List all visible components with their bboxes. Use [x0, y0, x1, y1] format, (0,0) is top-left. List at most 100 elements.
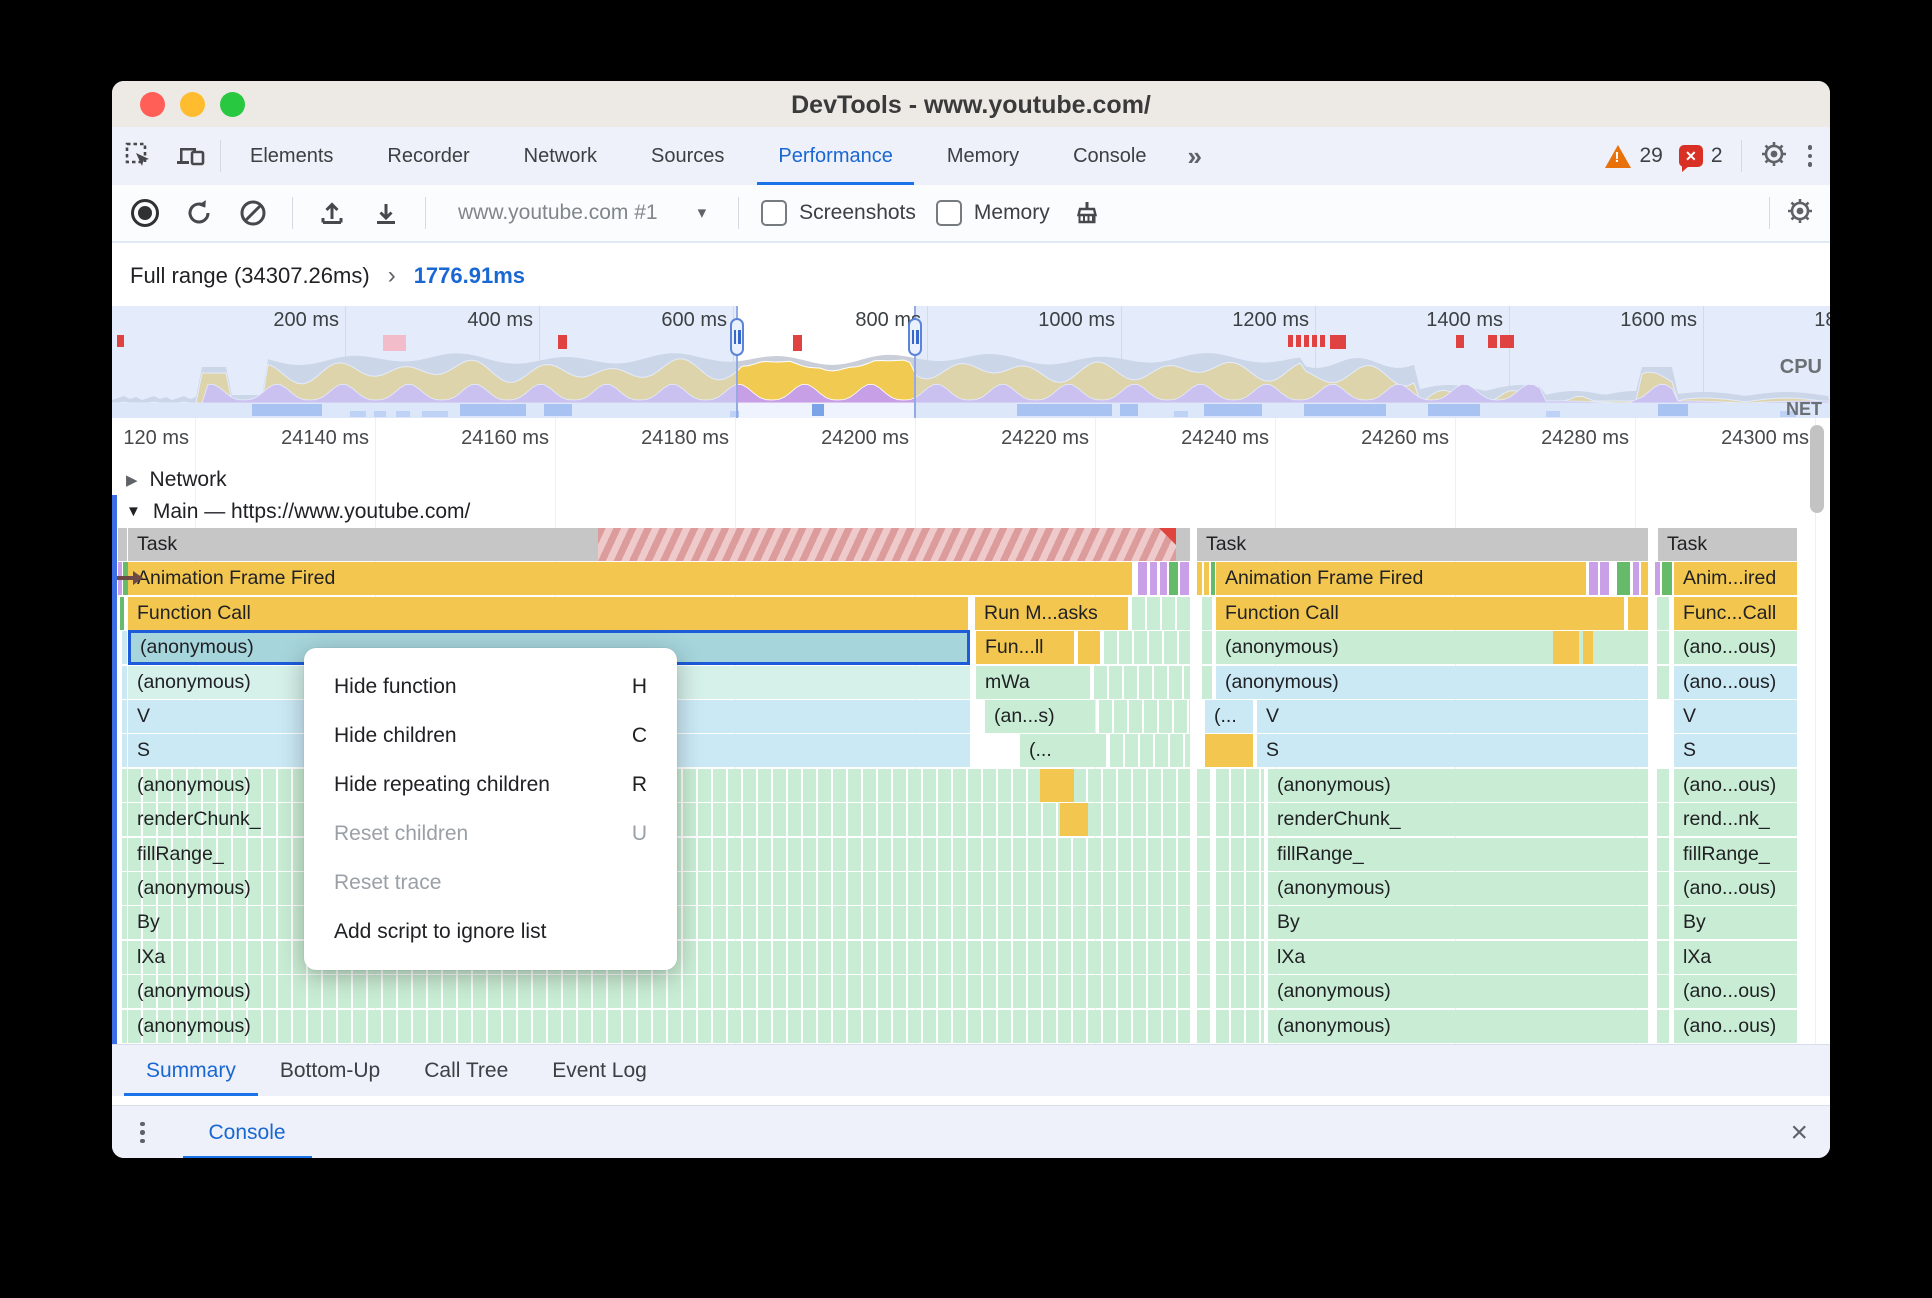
timeline-overview[interactable]: 200 ms 400 ms 600 ms 800 ms 1000 ms 1200 ms 14… — [112, 306, 1830, 419]
flame-bar[interactable] — [1216, 906, 1264, 940]
flame-bar[interactable] — [1104, 631, 1190, 665]
flame-bar-renderchunk[interactable]: renderChunk_ — [1268, 803, 1648, 837]
flame-bar-[interactable]: (... — [1205, 700, 1253, 733]
flame-bar-mwa[interactable]: mWa — [976, 665, 1090, 699]
flame-bar-task[interactable]: Task — [1197, 528, 1648, 561]
flame-bar[interactable] — [1553, 631, 1579, 665]
history-select[interactable]: www.youtube.com #1 ▾ — [448, 201, 716, 225]
flame-bar[interactable] — [1160, 562, 1167, 596]
flame-bar-anoous[interactable]: (ano...ous) — [1674, 768, 1797, 802]
drawer-tab-console[interactable]: Console — [182, 1106, 312, 1158]
flame-bar[interactable] — [1197, 1009, 1211, 1043]
flame-bar-anoous[interactable]: (ano...ous) — [1674, 665, 1797, 699]
disclosure-collapsed-icon[interactable]: ▶ — [126, 471, 138, 489]
flame-bar-animationframefired[interactable]: Animation Frame Fired — [1216, 562, 1586, 596]
flame-bar[interactable] — [1641, 562, 1648, 596]
flame-bar[interactable] — [1657, 803, 1669, 837]
flame-bar[interactable] — [1197, 940, 1211, 974]
flame-bar-by[interactable]: By — [1674, 906, 1797, 940]
flame-bar-anoous[interactable]: (ano...ous) — [1674, 1009, 1797, 1043]
flame-bar[interactable] — [1628, 596, 1648, 630]
flame-bar-anoous[interactable]: (ano...ous) — [1674, 631, 1797, 665]
flame-bar[interactable] — [1657, 665, 1669, 699]
errors-badge[interactable]: ✕ 2 — [1678, 144, 1723, 172]
flame-bar[interactable] — [1078, 631, 1100, 665]
flame-bar[interactable] — [1216, 768, 1264, 802]
drawer-menu-icon[interactable] — [136, 1118, 149, 1148]
selection-handle-left[interactable] — [730, 318, 744, 356]
download-profile-icon[interactable] — [369, 196, 403, 230]
flame-bar[interactable] — [120, 596, 124, 630]
main-track-header[interactable]: ▼ Main — https://www.youtube.com/ — [112, 495, 1830, 528]
flame-bar-animationframefired[interactable]: Animation Frame Fired — [128, 562, 1132, 596]
clear-icon[interactable] — [236, 196, 270, 230]
flame-bar[interactable] — [1633, 562, 1639, 596]
tab-performance[interactable]: Performance — [751, 127, 920, 185]
flame-bar[interactable] — [1657, 768, 1669, 802]
flame-bar[interactable] — [1202, 665, 1212, 699]
flame-bar-fillrange[interactable]: fillRange_ — [1268, 837, 1648, 871]
flame-bar-anonymous[interactable]: (anonymous) — [1216, 665, 1648, 699]
flame-bar[interactable] — [1169, 562, 1178, 596]
flame-bar-animired[interactable]: Anim...ired — [1674, 562, 1797, 596]
memory-checkbox[interactable]: Memory — [935, 200, 1050, 226]
tab-sources[interactable]: Sources — [624, 127, 751, 185]
flame-bar[interactable] — [1211, 562, 1215, 596]
menu-item-hide-function[interactable]: Hide function H — [304, 662, 677, 711]
flame-bar[interactable] — [1583, 631, 1593, 665]
flame-bar-anonymous[interactable]: (anonymous) — [1268, 872, 1648, 905]
flame-bar[interactable] — [1216, 872, 1264, 905]
details-tab-event-log[interactable]: Event Log — [530, 1045, 669, 1096]
flame-bar[interactable] — [1202, 596, 1212, 630]
close-drawer-icon[interactable]: × — [1790, 1117, 1808, 1148]
flame-bar[interactable] — [1657, 631, 1669, 665]
details-tab-bottom-up[interactable]: Bottom-Up — [258, 1045, 402, 1096]
flame-bar-functioncall[interactable]: Function Call — [1216, 596, 1624, 630]
flame-bar[interactable] — [1197, 562, 1202, 596]
menu-item-add-script-to-ignore-list[interactable]: Add script to ignore list — [304, 907, 677, 956]
flame-bar-anonymous[interactable]: (anonymous) — [128, 975, 1190, 1009]
flame-bar-by[interactable]: By — [1268, 906, 1648, 940]
tab-network[interactable]: Network — [497, 127, 624, 185]
flame-bar-v[interactable]: V — [1257, 700, 1648, 733]
flame-bar[interactable] — [1197, 837, 1211, 871]
flame-bar[interactable] — [1589, 562, 1598, 596]
menu-item-hide-children[interactable]: Hide children C — [304, 711, 677, 760]
flame-bar[interactable] — [1657, 975, 1669, 1009]
flame-bar-[interactable]: (... — [1020, 734, 1106, 768]
flame-bar-s[interactable]: S — [1674, 734, 1797, 768]
flame-bar[interactable] — [1197, 803, 1211, 837]
flame-bar-funccall[interactable]: Func...Call — [1674, 596, 1797, 630]
flame-bar-anonymous[interactable]: (anonymous) — [1268, 768, 1648, 802]
reload-and-record-icon[interactable] — [182, 196, 216, 230]
flame-bar-runmasks[interactable]: Run M...asks — [975, 596, 1128, 630]
network-track-header[interactable]: ▶ Network — [112, 465, 1830, 495]
flame-bar[interactable] — [1110, 734, 1190, 768]
flame-bar[interactable] — [598, 528, 1176, 561]
flame-bar[interactable] — [1657, 837, 1669, 871]
flame-bar[interactable] — [1202, 631, 1212, 665]
vertical-scrollbar[interactable] — [1810, 425, 1824, 513]
screenshots-checkbox-box[interactable] — [761, 200, 788, 226]
flame-bar[interactable] — [1662, 562, 1672, 596]
flame-bar-task[interactable]: Task — [1658, 528, 1797, 561]
flame-bar[interactable] — [122, 768, 127, 802]
flame-bar[interactable] — [1216, 975, 1264, 1009]
flame-bar[interactable] — [1099, 700, 1190, 733]
flame-bar-funll[interactable]: Fun...ll — [976, 631, 1074, 665]
menu-item-hide-repeating-children[interactable]: Hide repeating children R — [304, 760, 677, 809]
flame-bar-v[interactable]: V — [1674, 700, 1797, 733]
flame-bar-anonymous[interactable]: (anonymous) — [128, 1009, 1190, 1043]
inspect-element-icon[interactable] — [122, 139, 156, 173]
flame-bar[interactable] — [122, 803, 127, 837]
flame-bar[interactable] — [1657, 906, 1669, 940]
warnings-badge[interactable]: 29 — [1605, 144, 1663, 168]
breadcrumb-selected-range[interactable]: 1776.91ms — [414, 263, 525, 289]
tab-console[interactable]: Console — [1046, 127, 1173, 185]
screenshots-checkbox[interactable]: Screenshots — [761, 200, 916, 226]
flame-bar[interactable] — [1216, 940, 1264, 974]
flame-bar[interactable] — [1216, 803, 1264, 837]
flame-bar[interactable] — [122, 1009, 127, 1043]
flame-bar[interactable] — [122, 631, 127, 665]
flame-bar[interactable] — [1657, 1009, 1669, 1043]
